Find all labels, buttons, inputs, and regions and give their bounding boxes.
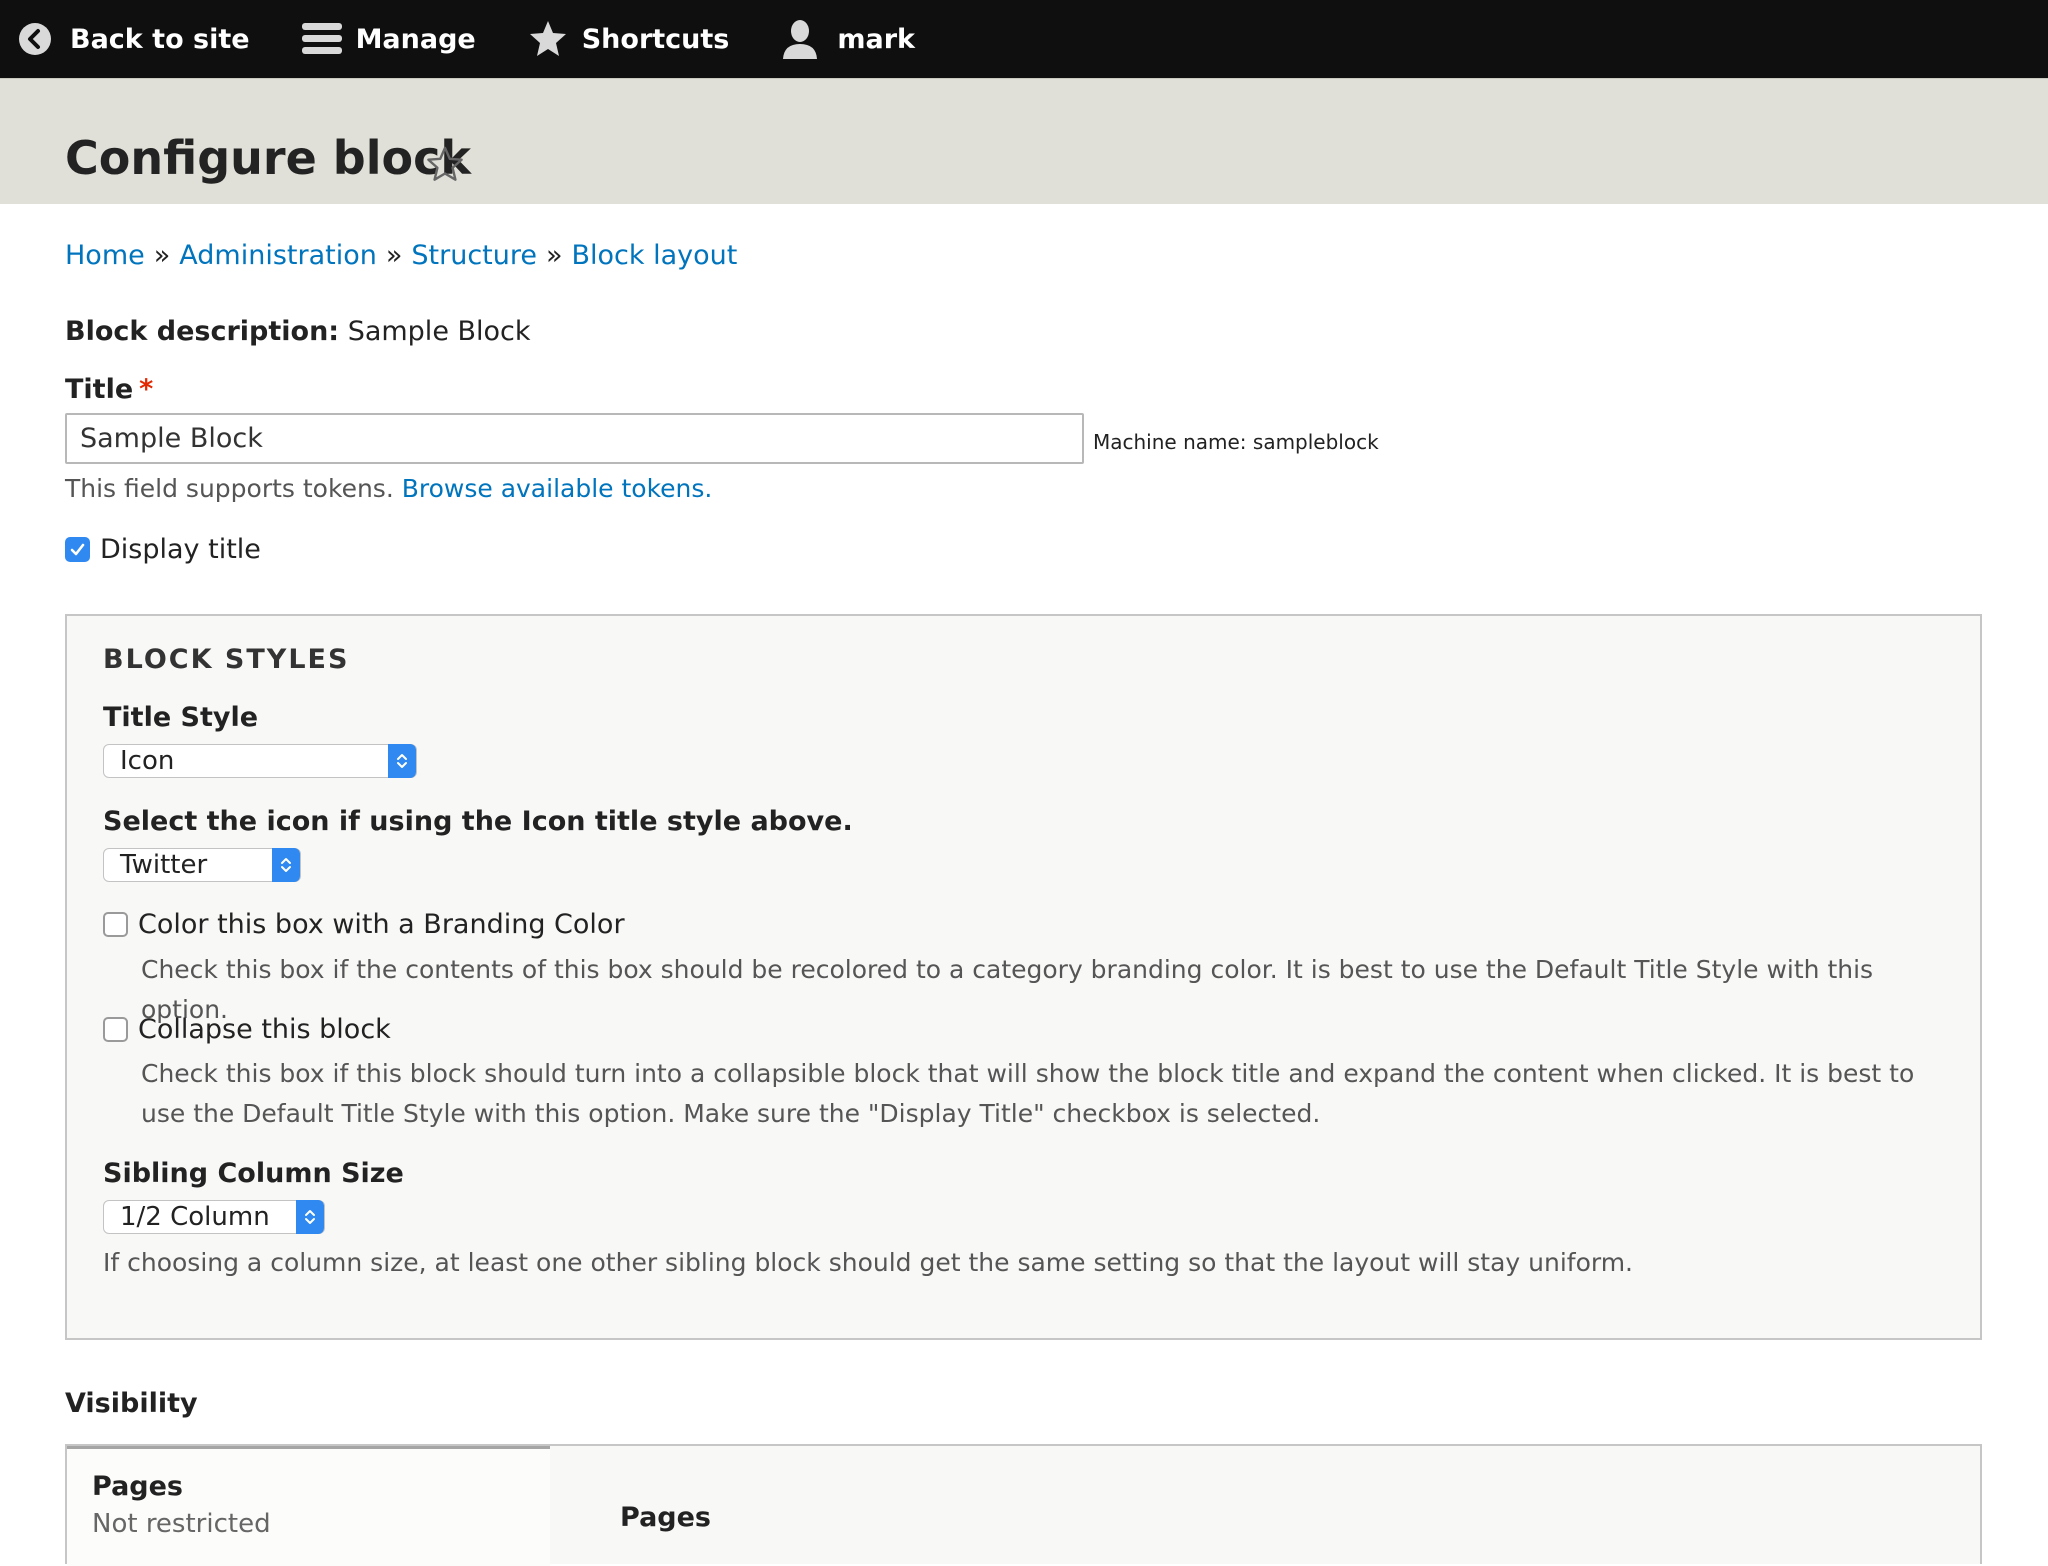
- block-description: Block description: Sample Block: [65, 316, 531, 347]
- icon-select-label: Select the icon if using the Icon title …: [103, 806, 853, 837]
- breadcrumb-structure[interactable]: Structure: [411, 240, 537, 271]
- select-arrows-icon: [272, 848, 300, 882]
- block-styles-fieldset: BLOCK STYLES Title Style Icon Select the…: [65, 614, 1982, 1340]
- hamburger-icon: [301, 19, 356, 59]
- breadcrumb: Home » Administration » Structure » Block layo…: [65, 240, 737, 271]
- block-description-value: Sample Block: [347, 316, 531, 347]
- tokens-description: This field supports tokens. Browse avail…: [65, 474, 712, 503]
- sibling-column-select[interactable]: 1/2 Column: [103, 1200, 325, 1234]
- user-name: mark: [837, 23, 916, 55]
- select-arrows-icon: [296, 1200, 324, 1234]
- sibling-column-value: 1/2 Column: [120, 1202, 270, 1232]
- page-title: Configure block: [65, 131, 471, 185]
- admin-toolbar: Back to site Manage Shortcuts mark: [0, 0, 2048, 78]
- title-style-select[interactable]: Icon: [103, 744, 417, 778]
- collapse-block-checkbox[interactable]: [103, 1017, 128, 1042]
- icon-select-value: Twitter: [120, 850, 208, 880]
- block-description-label: Block description:: [65, 316, 340, 347]
- manage-menu[interactable]: Manage: [301, 0, 476, 78]
- vertical-tab-pages[interactable]: Pages Not restricted: [67, 1446, 550, 1566]
- icon-select[interactable]: Twitter: [103, 848, 301, 882]
- display-title-checkbox[interactable]: [65, 537, 90, 562]
- breadcrumb-separator: »: [153, 240, 171, 271]
- user-icon: [781, 19, 837, 59]
- breadcrumb-home[interactable]: Home: [65, 240, 145, 271]
- title-style-label: Title Style: [103, 702, 259, 733]
- browse-tokens-link[interactable]: Browse available tokens.: [402, 474, 713, 503]
- block-styles-legend: BLOCK STYLES: [103, 644, 350, 675]
- branding-color-description: Check this box if the contents of this b…: [141, 955, 1874, 1024]
- shortcuts-menu[interactable]: Shortcuts: [528, 0, 730, 78]
- sibling-column-label: Sibling Column Size: [103, 1158, 404, 1189]
- star-icon: [528, 19, 582, 59]
- select-arrows-icon: [388, 744, 416, 778]
- machine-name: Machine name: sampleblock: [1093, 430, 1379, 454]
- tokens-text: This field supports tokens.: [65, 474, 394, 503]
- vertical-tab-summary: Not restricted: [92, 1509, 271, 1539]
- title-style-value: Icon: [120, 746, 175, 776]
- breadcrumb-block-layout[interactable]: Block layout: [572, 240, 738, 271]
- shortcuts-label: Shortcuts: [581, 23, 730, 55]
- collapse-block-label: Collapse this block: [138, 1014, 391, 1045]
- manage-label: Manage: [355, 23, 476, 55]
- shortcut-star-icon[interactable]: [426, 145, 464, 187]
- vertical-tab-pane-title: Pages: [620, 1502, 711, 1533]
- display-title-label: Display title: [100, 534, 261, 565]
- back-to-site-label: Back to site: [70, 23, 250, 55]
- title-label: Title *: [65, 374, 153, 405]
- back-arrow-icon: [18, 22, 70, 56]
- breadcrumb-administration[interactable]: Administration: [179, 240, 377, 271]
- user-menu[interactable]: mark: [781, 0, 915, 78]
- title-label-text: Title: [65, 374, 134, 405]
- visibility-vertical-tabs: Pages Not restricted Pages: [65, 1444, 1982, 1566]
- branding-color-option: Color this box with a Branding Color: [103, 909, 625, 940]
- back-to-site-link[interactable]: Back to site: [18, 0, 250, 78]
- breadcrumb-separator: »: [545, 240, 563, 271]
- sibling-column-description: If choosing a column size, at least one …: [103, 1248, 1634, 1277]
- page-header: Configure block: [0, 78, 2048, 204]
- visibility-label: Visibility: [65, 1388, 198, 1419]
- title-input[interactable]: [65, 413, 1084, 464]
- checkmark-icon: [70, 543, 85, 556]
- collapse-block-option: Collapse this block: [103, 1014, 391, 1045]
- vertical-tab-title: Pages: [92, 1471, 183, 1502]
- collapse-block-description: Check this box if this block should turn…: [141, 1059, 1915, 1128]
- branding-color-checkbox[interactable]: [103, 912, 128, 937]
- breadcrumb-separator: »: [385, 240, 403, 271]
- branding-color-label: Color this box with a Branding Color: [138, 909, 625, 940]
- required-marker: *: [139, 374, 154, 405]
- display-title-option: Display title: [65, 534, 261, 565]
